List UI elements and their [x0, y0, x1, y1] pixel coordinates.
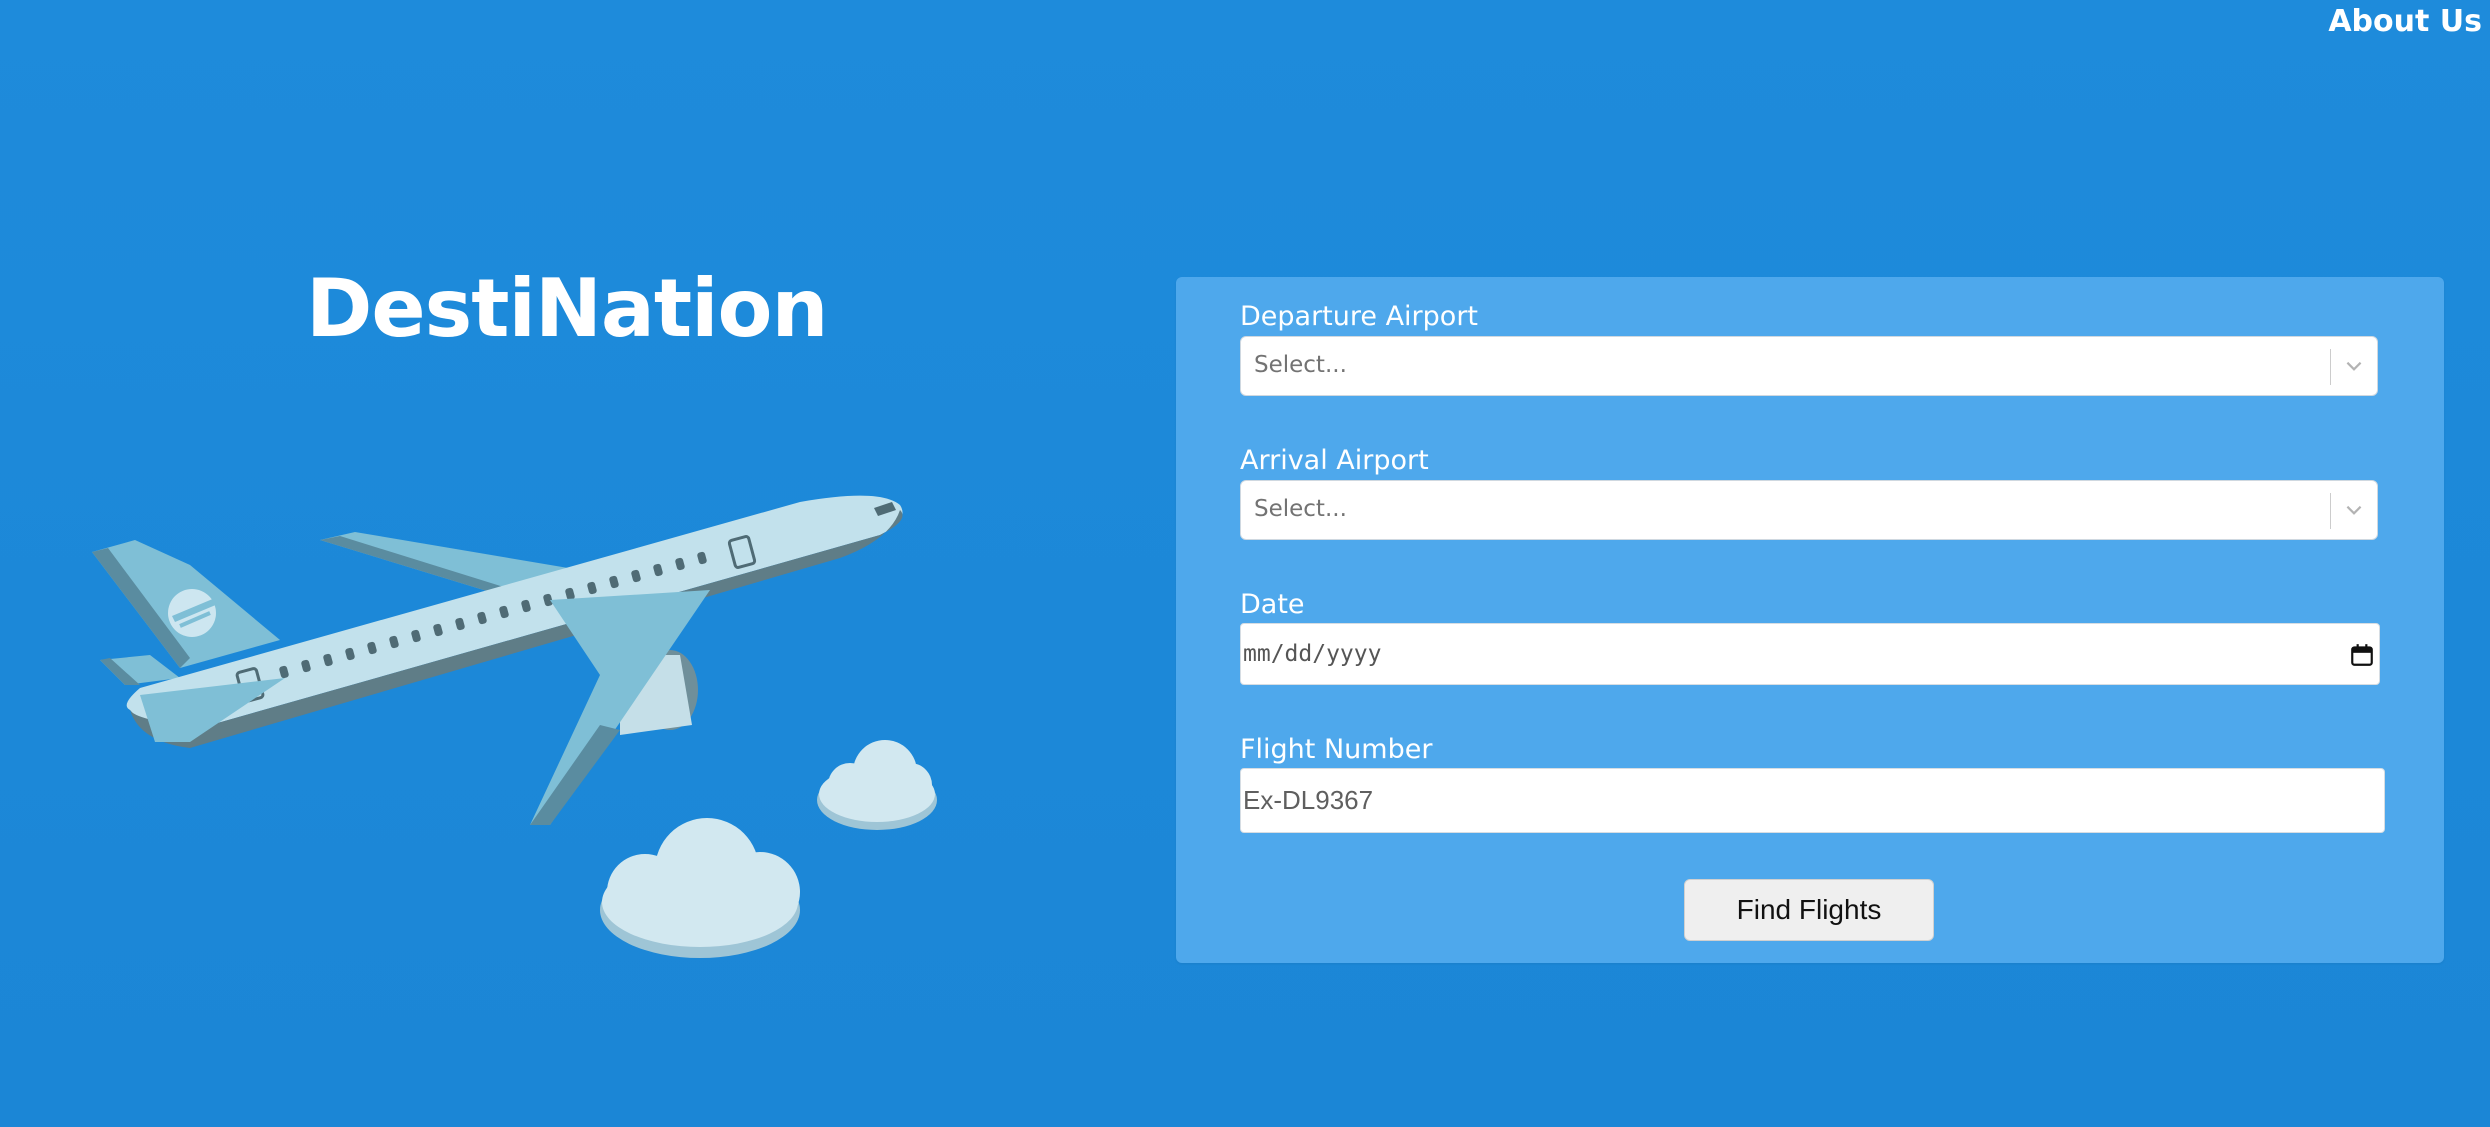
date-input[interactable]: mm/dd/yyyy	[1240, 623, 2380, 685]
departure-airport-label: Departure Airport	[1240, 301, 1479, 332]
date-value: mm/dd/yyyy	[1243, 641, 1382, 667]
cloud-small	[817, 740, 937, 830]
departure-airport-placeholder: Select...	[1254, 352, 1347, 378]
date-label: Date	[1240, 589, 1305, 620]
flight-number-label: Flight Number	[1240, 734, 1433, 765]
departure-airport-select[interactable]: Select...	[1240, 336, 2378, 396]
select-separator	[2330, 493, 2331, 529]
about-us-link[interactable]: About Us	[2328, 4, 2482, 39]
arrival-airport-select[interactable]: Select...	[1240, 480, 2378, 540]
flight-search-form: Departure Airport Select... Arrival Airp…	[1176, 277, 2444, 963]
page: About Us DestiNation Departure Airport S…	[0, 0, 2490, 1127]
calendar-icon[interactable]	[2349, 642, 2375, 668]
arrival-airport-label: Arrival Airport	[1240, 445, 1429, 476]
chevron-down-icon[interactable]	[2343, 355, 2365, 377]
arrival-airport-placeholder: Select...	[1254, 496, 1347, 522]
cloud-large	[600, 818, 800, 958]
select-separator	[2330, 349, 2331, 385]
airplane-illustration	[92, 495, 937, 958]
chevron-down-icon[interactable]	[2343, 499, 2365, 521]
brand-title: DestiNation	[306, 262, 828, 355]
flight-number-input[interactable]	[1240, 768, 2385, 833]
find-flights-button[interactable]: Find Flights	[1684, 879, 1934, 941]
